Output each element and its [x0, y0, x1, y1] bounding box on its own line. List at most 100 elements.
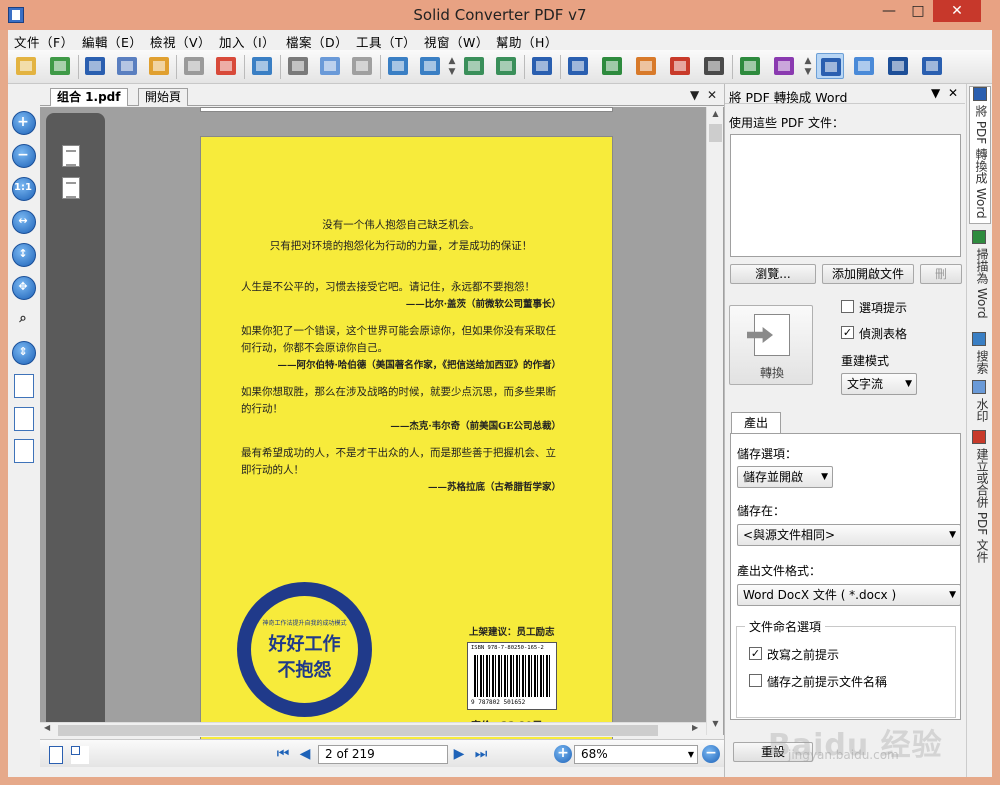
text-tool-icon[interactable]	[884, 53, 912, 79]
select-tool-icon[interactable]	[850, 53, 878, 79]
menu-help[interactable]: 幫助（H）	[496, 32, 558, 51]
two-page-icon[interactable]	[11, 406, 35, 431]
scan-icon[interactable]	[248, 53, 276, 79]
tab-document[interactable]: 组合 1.pdf	[50, 88, 128, 106]
scroll-left-icon[interactable]: ◀	[44, 723, 50, 732]
scroll-right-icon[interactable]: ▶	[692, 723, 698, 732]
convert-text-icon[interactable]	[700, 53, 728, 79]
export-back-icon[interactable]	[492, 53, 520, 79]
add-open-files-button[interactable]: 添加開啟文件	[822, 264, 914, 284]
paste-icon[interactable]	[348, 53, 376, 79]
pdf-page[interactable]: 没有一个伟人抱怨自己缺乏机会。 只有把对环境的抱怨化为行动的力量，才是成功的保证…	[200, 136, 613, 753]
tab-close-icon[interactable]: ✕	[707, 88, 717, 102]
snapshot-tool-icon[interactable]	[918, 53, 946, 79]
convert-excel-icon[interactable]	[598, 53, 626, 79]
panel-menu-icon[interactable]: ▼	[931, 86, 940, 100]
bookmarks-panel-icon[interactable]	[62, 177, 80, 199]
zoom-in-icon[interactable]: +	[11, 110, 36, 135]
first-page-icon[interactable]: ⏮	[276, 746, 290, 762]
split-horizontal-icon[interactable]	[416, 53, 444, 79]
tab-list-dropdown[interactable]: ▼	[690, 88, 699, 102]
split-vertical-icon[interactable]	[384, 53, 412, 79]
menu-tools[interactable]: 工具（T）	[356, 32, 416, 51]
rebuild-mode-select[interactable]: 文字流 ▼	[841, 373, 917, 395]
single-page-icon[interactable]	[11, 373, 35, 398]
select-text-tool-icon[interactable]	[816, 53, 844, 79]
import-icon[interactable]	[460, 53, 488, 79]
remove-button[interactable]: 刪	[920, 264, 962, 284]
multi-page-view-icon[interactable]	[70, 745, 88, 763]
scroll-mode-icon[interactable]: ⇕	[11, 340, 36, 365]
prev-page-icon[interactable]: ◀	[298, 746, 312, 762]
zoom-level-select[interactable]: 68% ▼	[574, 745, 698, 764]
pdf-file-list[interactable]	[730, 134, 961, 257]
convert-html-icon[interactable]	[666, 53, 694, 79]
fit-height-icon[interactable]: ↕	[11, 242, 36, 267]
zoom-out-icon[interactable]: −	[11, 143, 36, 168]
convert-pdfa-icon[interactable]	[736, 53, 764, 79]
print-icon[interactable]	[113, 53, 141, 79]
email-icon[interactable]	[145, 53, 173, 79]
side-tab-scan-to-word[interactable]: 掃描為 Word	[969, 230, 991, 328]
convert-powerpoint-icon[interactable]	[632, 53, 660, 79]
open-icon[interactable]	[12, 53, 40, 79]
convert-word-icon[interactable]	[564, 53, 592, 79]
side-tab-create-merge[interactable]: 建立或合併 PDF 文件	[969, 430, 991, 570]
checklist-icon[interactable]	[528, 53, 556, 79]
option-hint-checkbox[interactable]	[841, 300, 854, 313]
undo-icon[interactable]	[180, 53, 208, 79]
save-option-select[interactable]: 儲存並開啟 ▼	[737, 466, 833, 488]
document-view[interactable]: 没有一个伟人抱怨自己缺乏机会。 只有把对环境的抱怨化为行动的力量，才是成功的保证…	[40, 107, 724, 753]
pages-panel-icon[interactable]	[62, 145, 80, 167]
horizontal-scrollbar[interactable]: ◀ ▶	[40, 722, 706, 737]
zoom-in-button[interactable]: +	[554, 745, 572, 763]
tab-start-page[interactable]: 開始頁	[138, 88, 189, 106]
export-icon[interactable]	[46, 53, 74, 79]
side-tab-watermark[interactable]: 水印	[969, 380, 991, 426]
zoom-select-icon[interactable]: ⌕	[11, 307, 35, 331]
menu-window[interactable]: 視窗（W）	[424, 32, 489, 51]
format-select[interactable]: Word DocX 文件 ( *.docx ) ▼	[737, 584, 961, 606]
close-button[interactable]: ✕	[933, 0, 981, 22]
detect-tables-checkbox[interactable]: ✓	[841, 326, 854, 339]
toolbar-separator	[732, 55, 733, 79]
page-number-field[interactable]: 2 of 219	[318, 745, 448, 764]
side-tab-pdf-to-word[interactable]: 將 PDF 轉換成 Word	[969, 86, 991, 224]
maximize-button[interactable]: □	[904, 0, 932, 22]
save-icon[interactable]	[81, 53, 109, 79]
menu-view[interactable]: 檢視（V）	[150, 32, 211, 51]
toolbar-overflow[interactable]: ▲ ▼	[804, 56, 812, 78]
last-page-icon[interactable]: ⏭	[474, 746, 488, 762]
menu-insert[interactable]: 加入（I）	[219, 32, 275, 51]
actual-size-icon[interactable]: 1:1	[11, 176, 36, 201]
convert-image-icon[interactable]	[770, 53, 798, 79]
next-page-icon[interactable]: ▶	[452, 746, 466, 762]
vertical-scrollbar[interactable]: ▲ ▼	[706, 107, 723, 735]
redo-icon[interactable]	[212, 53, 240, 79]
tab-output[interactable]: 產出	[731, 412, 781, 434]
save-in-select[interactable]: <與源文件相同> ▼	[737, 524, 961, 546]
minimize-button[interactable]: —	[875, 0, 903, 22]
scroll-up-icon[interactable]: ▲	[707, 109, 724, 118]
menu-file[interactable]: 文件（F）	[14, 32, 74, 51]
convert-button[interactable]: 轉換	[729, 305, 813, 385]
panel-close-icon[interactable]: ✕	[948, 86, 958, 100]
browse-button[interactable]: 瀏覽...	[730, 264, 816, 284]
vertical-scroll-thumb[interactable]	[709, 124, 722, 142]
side-tab-search[interactable]: 搜索	[969, 332, 991, 378]
copy-icon[interactable]	[316, 53, 344, 79]
scroll-down-icon[interactable]: ▼	[707, 719, 724, 728]
single-page-view-icon[interactable]	[46, 745, 64, 764]
menu-document[interactable]: 檔案（D）	[286, 32, 348, 51]
prompt-name-checkbox[interactable]	[749, 674, 762, 687]
zoom-out-button[interactable]: −	[702, 745, 720, 763]
menu-edit[interactable]: 編輯（E）	[82, 32, 142, 51]
fit-page-icon[interactable]: ✥	[11, 275, 36, 300]
previous-page-edge	[200, 107, 613, 112]
cut-icon[interactable]	[284, 53, 312, 79]
prompt-overwrite-checkbox[interactable]: ✓	[749, 647, 762, 660]
toolbar-overflow[interactable]: ▲ ▼	[448, 56, 456, 78]
fit-width-icon[interactable]: ↔	[11, 209, 36, 234]
continuous-page-icon[interactable]	[11, 438, 35, 463]
horizontal-scroll-thumb[interactable]	[58, 725, 658, 736]
